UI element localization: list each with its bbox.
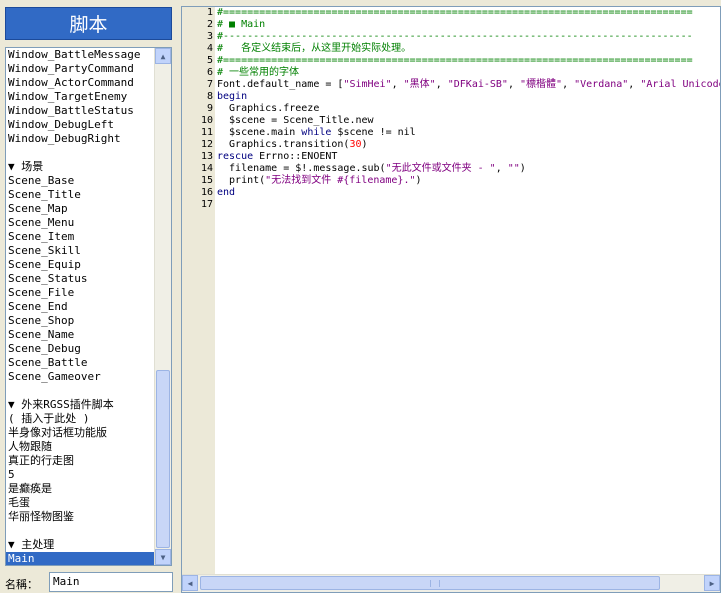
script-list-item[interactable]: 毛蛋 <box>6 496 155 510</box>
script-list-item[interactable]: ▼ 外来RGSS插件脚本 <box>6 398 155 412</box>
script-list-item[interactable]: Scene_Menu <box>6 216 155 230</box>
name-label: 名稱： <box>5 578 38 591</box>
list-scroll-thumb[interactable] <box>156 370 170 548</box>
code-line: Font.default_name = ["SimHei", "黑体", "DF… <box>217 79 721 90</box>
line-number: 15 <box>200 175 213 186</box>
script-list-item[interactable]: ▼ 场景 <box>6 160 155 174</box>
script-list-item[interactable]: 华丽怪物图鉴 <box>6 510 155 524</box>
line-number: 14 <box>200 163 213 174</box>
script-list-item[interactable]: Window_BattleStatus <box>6 104 155 118</box>
code-line: begin <box>217 91 248 102</box>
code-line: rescue Errno::ENOENT <box>217 151 338 162</box>
script-list-item[interactable]: Scene_Gameover <box>6 370 155 384</box>
line-number: 11 <box>200 127 213 138</box>
code-line: print("无法找到文件 #{filename}.") <box>217 175 422 186</box>
line-number: 13 <box>200 151 213 162</box>
list-separator[interactable] <box>6 146 155 160</box>
script-list-item[interactable]: Scene_Shop <box>6 314 155 328</box>
code-line: # 一些常用的字体 <box>217 67 300 78</box>
list-separator[interactable] <box>6 524 155 538</box>
scroll-up-button[interactable]: ▲ <box>155 48 171 64</box>
grip-icon <box>430 580 440 587</box>
line-number: 17 <box>200 199 213 210</box>
script-list-item[interactable]: Scene_Battle <box>6 356 155 370</box>
list-vertical-scrollbar[interactable]: ▲ ▼ <box>154 48 171 565</box>
script-list-item[interactable]: Window_DebugRight <box>6 132 155 146</box>
script-list-item[interactable]: Window_DebugLeft <box>6 118 155 132</box>
line-number: 8 <box>206 91 213 102</box>
chevron-up-icon: ▲ <box>160 51 166 61</box>
line-number: 6 <box>206 67 213 78</box>
code-line: Graphics.freeze <box>217 103 320 114</box>
script-list-item[interactable]: 真正的行走图 <box>6 454 155 468</box>
script-list-item[interactable]: Main <box>6 552 155 565</box>
script-list-item[interactable]: Window_TargetEnemy <box>6 90 155 104</box>
script-list-item[interactable]: 是癫痪是 <box>6 482 155 496</box>
code-line: #=======================================… <box>217 55 693 66</box>
line-number: 2 <box>206 19 213 30</box>
code-line: # 各定义结束后，从这里开始实际处理。 <box>217 43 412 54</box>
code-line: $scene.main while $scene != nil <box>217 127 416 138</box>
script-list-item[interactable]: Window_PartyCommand <box>6 62 155 76</box>
script-list-item[interactable]: Window_ActorCommand <box>6 76 155 90</box>
chevron-left-icon: ◀ <box>187 578 193 588</box>
script-name-input[interactable]: Main <box>49 572 173 592</box>
code-line: $scene = Scene_Title.new <box>217 115 374 126</box>
code-line: #---------------------------------------… <box>217 31 693 42</box>
script-list-item[interactable]: Scene_File <box>6 286 155 300</box>
script-list-items: Window_BattleMessage Window_PartyCommand W… <box>6 48 155 565</box>
script-list-item[interactable]: Scene_Item <box>6 230 155 244</box>
panel-title: 脚本 <box>5 7 172 40</box>
line-number-gutter: 1 2 3 4 5 6 7 8 9 10 11 12 13 14 15 16 17 <box>182 7 215 577</box>
script-list-item[interactable]: Scene_Status <box>6 272 155 286</box>
scroll-left-button[interactable]: ◀ <box>182 575 198 591</box>
script-list-item[interactable]: 5 <box>6 468 155 482</box>
script-list-item[interactable]: Scene_Name <box>6 328 155 342</box>
line-number: 9 <box>206 103 213 114</box>
code-line: end <box>217 187 236 198</box>
editor-horizontal-scrollbar[interactable]: ◀ ▶ <box>182 574 720 592</box>
line-number: 12 <box>200 139 213 150</box>
script-list-item[interactable]: Window_BattleMessage <box>6 48 155 62</box>
editor-scroll-thumb[interactable] <box>200 576 660 590</box>
code-line: #=======================================… <box>217 7 693 18</box>
code-editor[interactable]: 1 2 3 4 5 6 7 8 9 10 11 12 13 14 15 16 17 #=============… <box>181 6 721 593</box>
script-list-item[interactable]: 半身像对话框功能版 <box>6 426 155 440</box>
code-line: filename = $!.message.sub("无此文件或文件夹 - ",… <box>217 163 526 174</box>
line-number: 3 <box>206 31 213 42</box>
script-panel: 脚本 Window_BattleMessage Window_PartyComma… <box>0 0 177 593</box>
code-area[interactable]: #=======================================… <box>217 7 720 577</box>
script-list-item[interactable]: Scene_Map <box>6 202 155 216</box>
script-list-item[interactable]: Scene_Base <box>6 174 155 188</box>
code-line: # ■ Main <box>217 19 266 30</box>
code-line: Graphics.transition(30) <box>217 139 368 150</box>
script-list-item[interactable]: ( 插入于此处 ) <box>6 412 155 426</box>
line-number: 10 <box>200 115 213 126</box>
script-list-item[interactable]: Scene_Debug <box>6 342 155 356</box>
chevron-right-icon: ▶ <box>709 578 715 588</box>
script-list-item[interactable]: Scene_Equip <box>6 258 155 272</box>
scroll-down-button[interactable]: ▼ <box>155 549 171 565</box>
line-number: 16 <box>200 187 213 198</box>
line-number: 7 <box>206 79 213 90</box>
list-separator[interactable] <box>6 384 155 398</box>
script-list-item[interactable]: ▼ 主处理 <box>6 538 155 552</box>
script-list-item[interactable]: Scene_End <box>6 300 155 314</box>
script-list-item[interactable]: Scene_Skill <box>6 244 155 258</box>
chevron-down-icon: ▼ <box>160 552 166 562</box>
script-list-item[interactable]: 人物跟随 <box>6 440 155 454</box>
scroll-right-button[interactable]: ▶ <box>704 575 720 591</box>
script-list[interactable]: Window_BattleMessage Window_PartyCommand W… <box>5 47 172 566</box>
line-number: 1 <box>206 7 213 18</box>
script-list-item[interactable]: Scene_Title <box>6 188 155 202</box>
line-number: 4 <box>206 43 213 54</box>
line-number: 5 <box>206 55 213 66</box>
